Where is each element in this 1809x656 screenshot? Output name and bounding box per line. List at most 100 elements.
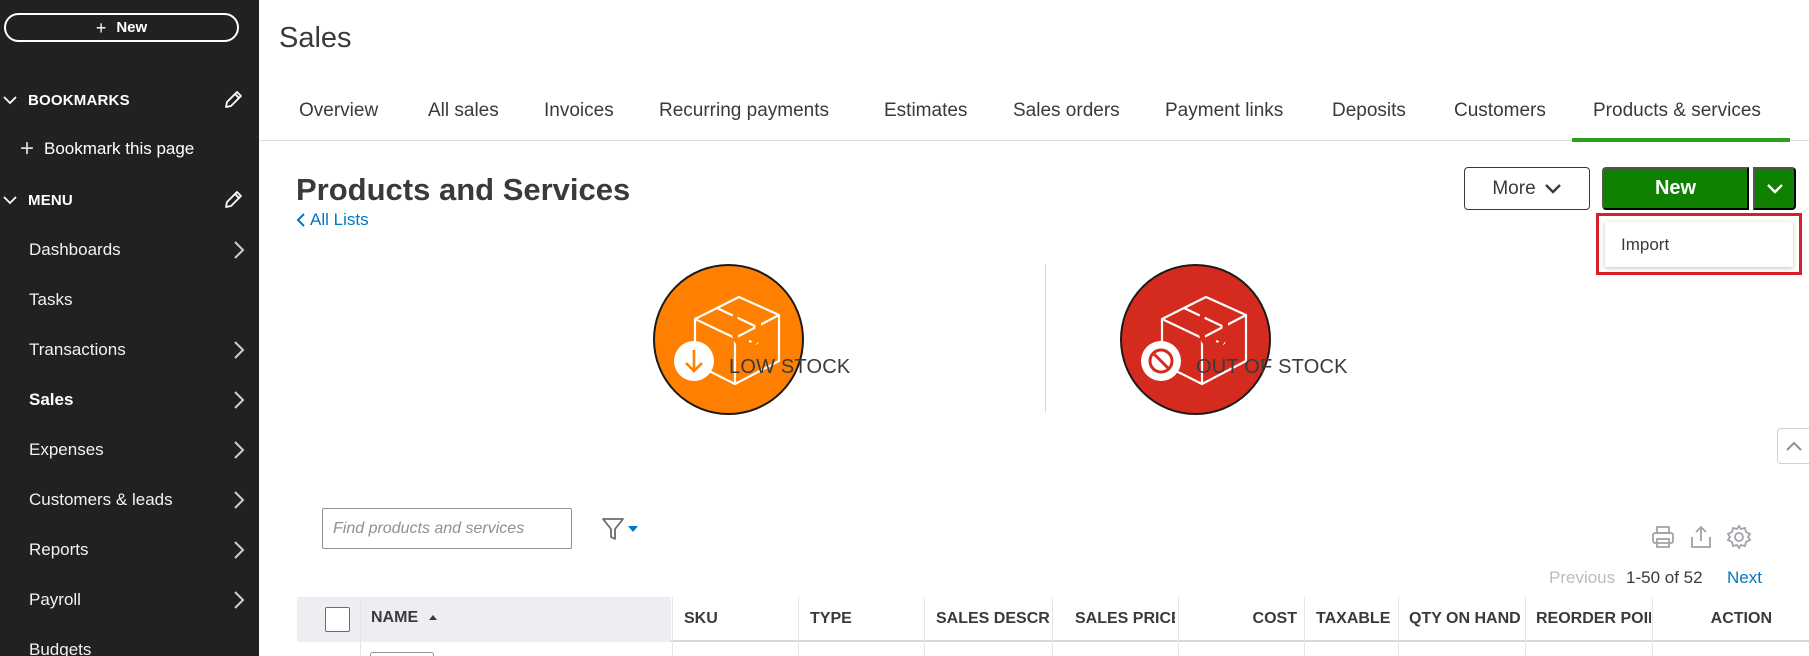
tab-payment-links[interactable]: Payment links — [1165, 100, 1283, 122]
bookmark-this-page-button[interactable]: + Bookmark this page — [20, 136, 194, 162]
tab-estimates[interactable]: Estimates — [884, 100, 967, 122]
import-menu-item[interactable]: Import — [1621, 235, 1669, 255]
low-stock-count: 0 — [729, 293, 764, 362]
search-input[interactable] — [322, 508, 572, 549]
column-header-name[interactable]: NAME — [371, 609, 671, 627]
edit-menu-pencil-icon[interactable] — [222, 189, 244, 211]
plus-icon: + — [95, 17, 107, 38]
bookmarks-section-header[interactable]: BOOKMARKS — [0, 87, 259, 113]
tab-invoices[interactable]: Invoices — [544, 100, 614, 122]
bookmark-this-page-label: Bookmark this page — [44, 139, 195, 158]
all-lists-label: All Lists — [310, 210, 369, 229]
collapse-panel-button[interactable] — [1777, 428, 1809, 464]
chevron-left-icon — [296, 213, 305, 227]
stock-divider — [1045, 264, 1046, 412]
out-of-stock-count: 0 — [1196, 293, 1231, 362]
sidebar-item-label: Expenses — [29, 440, 104, 459]
dropdown-menu: Import — [1605, 222, 1793, 267]
column-header-qty-on-hand[interactable]: QTY ON HAND — [1409, 610, 1521, 628]
column-header-taxable[interactable]: TAXABLE — [1316, 610, 1396, 628]
chevron-up-icon — [1785, 441, 1802, 451]
column-separator — [1652, 597, 1653, 656]
sort-ascending-icon — [428, 615, 437, 620]
menu-section-header[interactable]: MENU — [0, 187, 259, 213]
chevron-right-icon — [234, 391, 245, 409]
bookmarks-title: BOOKMARKS — [28, 91, 130, 109]
new-options-dropdown: Import — [1596, 213, 1802, 275]
select-all-checkbox[interactable] — [325, 607, 350, 632]
new-product-button[interactable]: New — [1602, 167, 1749, 210]
edit-bookmarks-pencil-icon[interactable] — [222, 89, 244, 111]
sidebar-new-label: New — [116, 19, 148, 36]
menu-title: MENU — [28, 191, 73, 209]
products-services-heading: Products and Services — [296, 172, 631, 207]
column-header-action: ACTION — [1710, 610, 1772, 627]
chevron-right-icon — [234, 541, 245, 559]
sidebar-item-sales[interactable]: Sales — [0, 385, 259, 415]
column-header-type[interactable]: TYPE — [810, 610, 920, 628]
filter-icon[interactable] — [601, 516, 641, 542]
more-button[interactable]: More — [1464, 167, 1590, 210]
tab-overview[interactable]: Overview — [299, 100, 378, 122]
sidebar-new-button[interactable]: + New — [4, 13, 239, 42]
low-stock-label: LOW STOCK — [729, 356, 851, 378]
tab-all-sales[interactable]: All sales — [428, 100, 499, 122]
sales-tabs: Overview All sales Invoices Recurring pa… — [259, 96, 1809, 142]
active-tab-indicator — [1572, 138, 1790, 142]
plus-icon: + — [20, 135, 35, 162]
previous-page-link[interactable]: Previous — [1549, 568, 1615, 588]
sidebar-item-label: Customers & leads — [29, 490, 173, 509]
sidebar-item-tasks[interactable]: Tasks — [0, 285, 259, 315]
column-separator — [1398, 597, 1399, 656]
export-icon[interactable] — [1688, 524, 1714, 550]
chevron-right-icon — [234, 341, 245, 359]
chevron-right-icon — [234, 591, 245, 609]
tab-sales-orders[interactable]: Sales orders — [1013, 100, 1120, 122]
sidebar-item-customers-leads[interactable]: Customers & leads — [0, 485, 259, 515]
column-header-reorder-point[interactable]: REORDER POINT — [1536, 610, 1651, 628]
more-label: More — [1492, 177, 1536, 199]
sidebar: + New BOOKMARKS + Bookmark this page MEN… — [0, 0, 259, 656]
page-title: Sales — [279, 22, 352, 54]
next-page-link[interactable]: Next — [1727, 568, 1762, 588]
column-separator — [798, 597, 799, 656]
column-header-sales-price[interactable]: SALES PRICE — [1075, 610, 1175, 628]
chevron-right-icon — [234, 241, 245, 259]
sidebar-item-dashboards[interactable]: Dashboards — [0, 235, 259, 265]
table-row — [370, 652, 434, 656]
out-of-stock-label: OUT OF STOCK — [1196, 356, 1348, 378]
column-separator — [1178, 597, 1179, 656]
column-separator — [1052, 597, 1053, 656]
sidebar-item-reports[interactable]: Reports — [0, 535, 259, 565]
all-lists-link[interactable]: All Lists — [296, 210, 369, 230]
column-header-cost[interactable]: COST — [1185, 610, 1297, 628]
sidebar-item-transactions[interactable]: Transactions — [0, 335, 259, 365]
tab-deposits[interactable]: Deposits — [1332, 100, 1406, 122]
sidebar-item-label: Transactions — [29, 340, 126, 359]
sidebar-item-label: Budgets — [29, 640, 92, 656]
sidebar-item-payroll[interactable]: Payroll — [0, 585, 259, 615]
page-range: 1-50 of 52 — [1626, 568, 1703, 587]
chevron-down-icon — [1766, 183, 1783, 194]
sidebar-item-expenses[interactable]: Expenses — [0, 435, 259, 465]
tab-customers[interactable]: Customers — [1454, 100, 1546, 122]
tab-recurring-payments[interactable]: Recurring payments — [659, 100, 829, 122]
main-content: Sales Overview All sales Invoices Recurr… — [259, 0, 1809, 656]
column-separator — [1304, 597, 1305, 656]
sidebar-item-label: Sales — [29, 390, 74, 409]
sidebar-item-label: Reports — [29, 540, 89, 559]
tab-products-services[interactable]: Products & services — [1593, 100, 1761, 122]
chevron-down-icon — [3, 96, 17, 105]
sidebar-item-label: Tasks — [29, 290, 73, 309]
sidebar-item-label: Dashboards — [29, 240, 121, 259]
sidebar-item-label: Payroll — [29, 590, 81, 609]
settings-gear-icon[interactable] — [1726, 524, 1752, 550]
column-header-sku[interactable]: SKU — [684, 610, 794, 628]
sidebar-item-budgets[interactable]: Budgets — [0, 635, 259, 656]
column-separator — [1525, 597, 1526, 656]
chevron-right-icon — [234, 441, 245, 459]
column-header-sales-description[interactable]: SALES DESCRIPTION — [936, 610, 1049, 628]
column-separator — [672, 597, 673, 656]
new-options-dropdown-button[interactable] — [1753, 167, 1796, 210]
print-icon[interactable] — [1650, 524, 1676, 550]
